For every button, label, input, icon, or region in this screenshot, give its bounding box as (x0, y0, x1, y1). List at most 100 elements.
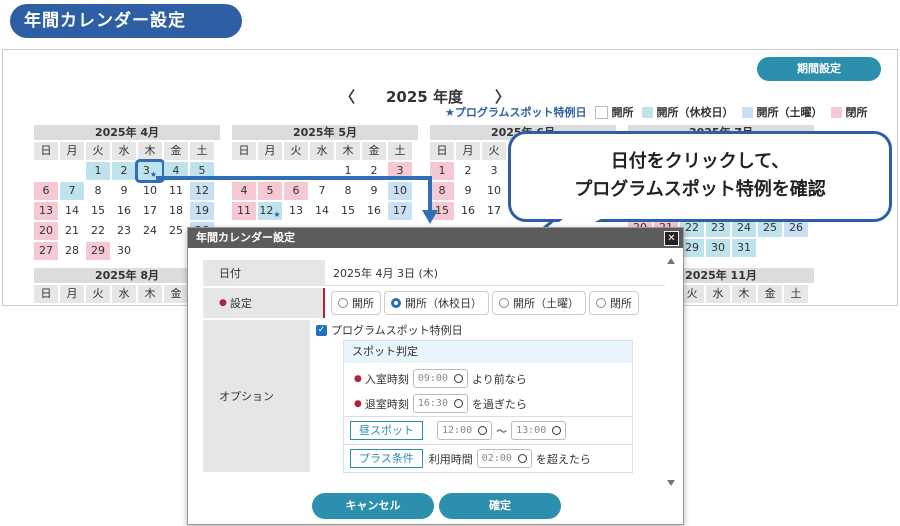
option-open[interactable]: 開所 (331, 291, 381, 315)
usage-time-input[interactable]: 02:00 (476, 449, 532, 468)
exit-label: 退室時刻 (364, 397, 409, 411)
setting-row: ● 設定 開所 開所（休校日） 開所（土曜） 閉所 (203, 288, 665, 318)
weekday-header: 水 (112, 285, 136, 303)
entry-label: 入室時刻 (364, 372, 409, 386)
weekday-header: 木 (732, 285, 756, 303)
legend-label-closed: 閉所 (845, 106, 868, 119)
weekday-header: 月 (456, 142, 480, 160)
day-cell[interactable]: 1 (86, 162, 110, 180)
day-cell[interactable]: 2 (456, 162, 480, 180)
scroll-down-icon[interactable] (667, 480, 675, 486)
day-cell[interactable]: 7 (60, 182, 84, 200)
noon-to-input[interactable]: 13:00 (511, 421, 567, 440)
day-cell[interactable]: 31 (732, 239, 756, 257)
plus-condition-button[interactable]: プラス条件 (350, 449, 423, 468)
usage-label: 利用時間 (428, 452, 473, 466)
confirm-button[interactable]: 確定 (439, 493, 561, 519)
option-open-saturday-label: 開所（土曜） (513, 297, 579, 310)
legend: ★プログラムスポット特例日 開所 開所（休校日） 開所（土曜） 閉所 (445, 104, 868, 120)
entry-time-input[interactable]: 09:00 (412, 369, 468, 388)
day-cell[interactable]: 29 (86, 242, 110, 260)
radio-icon (499, 298, 509, 308)
exit-row: ● 退室時刻 16:30 を過ぎたら (344, 391, 632, 416)
exit-time-input[interactable]: 16:30 (412, 394, 468, 413)
usage-suffix: を超えたら (535, 452, 591, 466)
period-settings-button[interactable]: 期間設定 (757, 57, 881, 81)
day-cell[interactable]: 16 (456, 202, 480, 220)
day-cell[interactable]: 27 (34, 242, 58, 260)
day-cell[interactable]: 6 (34, 182, 58, 200)
dialog-scrollbar[interactable] (664, 250, 678, 500)
weekday-header: 木 (138, 142, 162, 160)
checkbox-checked-icon: ✓ (316, 324, 327, 336)
empty-cell (138, 242, 162, 260)
weekday-header: 土 (388, 142, 412, 160)
day-cell[interactable]: 30 (706, 239, 730, 257)
day-cell[interactable]: 23 (112, 222, 136, 240)
special-day-checkbox[interactable]: ✓ プログラムスポット特例日 (316, 322, 463, 338)
month-title: 2025年 5月 (232, 125, 418, 140)
weekday-header: 日 (34, 285, 58, 303)
scroll-up-icon[interactable] (667, 258, 675, 264)
clock-icon (453, 374, 463, 383)
radio-icon (596, 298, 606, 308)
option-label: オプション (203, 320, 309, 472)
date-label: 日付 (203, 260, 325, 286)
weekday-header: 木 (138, 285, 162, 303)
option-open-saturday[interactable]: 開所（土曜） (492, 291, 586, 315)
callout-line-2: プログラムスポット特例を確認 (574, 179, 826, 200)
option-open-holiday[interactable]: 開所（休校日） (384, 291, 489, 315)
day-cell[interactable]: 13 (34, 202, 58, 220)
day-cell[interactable]: 2 (112, 162, 136, 180)
day-cell[interactable]: 21 (60, 222, 84, 240)
day-cell[interactable]: 22 (86, 222, 110, 240)
day-cell[interactable]: 3 (482, 162, 506, 180)
clock-icon (517, 454, 527, 463)
spot-judgement-box: スポット判定 ● 入室時刻 09:00 より前なら ● 退室時刻 16:30 を… (343, 340, 633, 473)
date-value: 2025年 4月 3日 (木) (325, 260, 665, 286)
day-cell[interactable]: 30 (112, 242, 136, 260)
setting-options: 開所 開所（休校日） 開所（土曜） 閉所 (325, 288, 665, 318)
cancel-button[interactable]: キャンセル (312, 493, 434, 519)
noon-spot-button[interactable]: 昼スポット (350, 421, 423, 440)
legend-swatch-closed (830, 106, 842, 118)
special-day-label: プログラムスポット特例日 (331, 324, 463, 337)
weekday-header: 日 (232, 142, 256, 160)
weekday-header: 月 (60, 285, 84, 303)
clock-icon (552, 426, 562, 435)
callout-line-1: 日付をクリックして、 (610, 151, 790, 172)
weekday-header: 月 (258, 142, 282, 160)
legend-swatch-open-saturday (741, 106, 753, 118)
day-cell[interactable]: 17 (482, 202, 506, 220)
prev-year-button[interactable]: 〈 (340, 86, 355, 107)
legend-label-open: 開所 (611, 106, 634, 119)
day-cell[interactable]: 9 (456, 182, 480, 200)
required-dot-icon: ● (219, 298, 227, 308)
noon-from-input[interactable]: 12:00 (437, 421, 493, 440)
weekday-header: 月 (60, 142, 84, 160)
day-cell[interactable]: 15 (86, 202, 110, 220)
noon-tilde: 〜 (496, 424, 508, 438)
day-cell[interactable]: 10 (482, 182, 506, 200)
setting-label: 設定 (229, 297, 252, 310)
day-cell[interactable]: 8 (86, 182, 110, 200)
weekday-header: 火 (482, 142, 506, 160)
weekday-header: 金 (758, 285, 782, 303)
weekday-header: 金 (164, 285, 188, 303)
day-cell[interactable]: 9 (112, 182, 136, 200)
entry-row: ● 入室時刻 09:00 より前なら (344, 366, 632, 391)
plus-condition-row: プラス条件 利用時間 02:00 を超えたら (344, 444, 632, 472)
weekday-header: 水 (310, 142, 334, 160)
weekday-header: 火 (86, 142, 110, 160)
empty-cell (164, 242, 188, 260)
day-cell[interactable]: 16 (112, 202, 136, 220)
radio-selected-icon (391, 298, 401, 308)
usage-time-value: 02:00 (481, 453, 512, 464)
option-closed-label: 閉所 (610, 297, 632, 310)
required-dot-icon: ● (354, 398, 362, 409)
day-cell[interactable]: 28 (60, 242, 84, 260)
option-closed[interactable]: 閉所 (589, 291, 639, 315)
day-cell[interactable]: 20 (34, 222, 58, 240)
day-cell[interactable]: 14 (60, 202, 84, 220)
close-icon[interactable]: ✕ (664, 231, 679, 246)
